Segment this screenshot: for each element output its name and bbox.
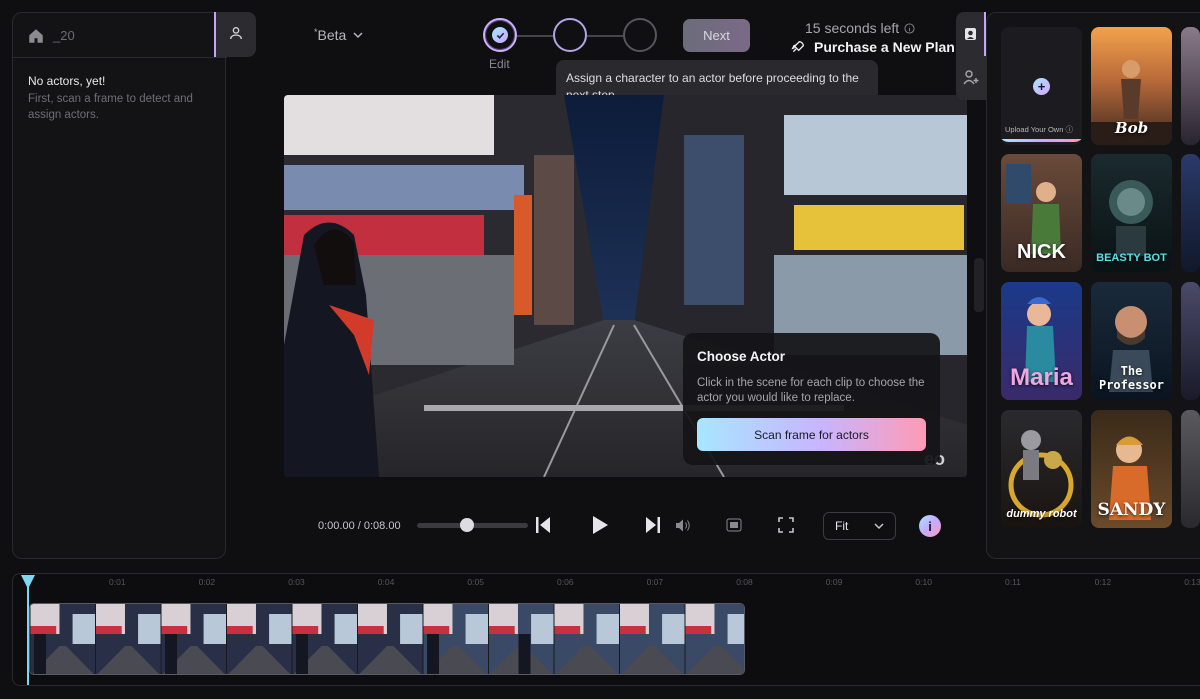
play-icon[interactable] [591, 515, 609, 535]
clip-frame [422, 604, 489, 674]
actor-name: NICK [1017, 241, 1066, 263]
timeline-tick: 0:11 [1005, 577, 1021, 587]
actor-card[interactable] [1181, 154, 1200, 272]
home-icon[interactable] [27, 27, 45, 45]
timeline-tick: 0:05 [467, 577, 484, 587]
empty-state-hint: First, scan a frame to detect and assign… [28, 93, 193, 121]
info-icon: ⓘ [1065, 125, 1073, 134]
plus-icon: + [1033, 78, 1050, 95]
credits-remaining: 15 seconds left [805, 20, 915, 36]
step-edit[interactable] [483, 18, 517, 52]
actor-card[interactable]: dummy robot [1001, 410, 1082, 528]
check-icon [492, 27, 508, 43]
actors-tab[interactable] [214, 12, 256, 57]
purchase-plan-link[interactable]: Purchase a New Plan [790, 39, 955, 55]
clip-frame [619, 604, 685, 674]
step-current[interactable] [553, 18, 587, 52]
upload-actor-card[interactable]: + Upload Your Own ⓘ [1001, 27, 1082, 145]
add-user-icon[interactable] [963, 70, 980, 85]
step-connector [517, 35, 553, 37]
timeline-tick: 0:09 [825, 577, 843, 587]
playback-time: 0:00.00 / 0:08.00 [318, 520, 401, 532]
playhead-handle[interactable] [21, 575, 35, 589]
chevron-down-icon [353, 32, 363, 39]
actor-card[interactable] [1181, 27, 1200, 145]
fit-dropdown[interactable]: Fit [823, 512, 896, 540]
skip-back-icon[interactable] [535, 516, 551, 534]
timeline-tick: 0:02 [198, 577, 216, 587]
seconds-left-text: 15 seconds left [805, 20, 900, 36]
chevron-down-icon [874, 523, 884, 530]
slider-handle[interactable] [459, 518, 474, 532]
actor-name: BEASTY BOT [1096, 252, 1167, 264]
actor-card[interactable]: Bob [1091, 27, 1172, 145]
subtitles-icon[interactable] [726, 518, 742, 532]
playhead[interactable] [27, 577, 29, 685]
clip-frame [291, 604, 358, 674]
actors-panel-header: _20 [13, 13, 227, 58]
step-edit-label: Edit [489, 57, 510, 71]
model-selector[interactable]: *Beta [314, 27, 363, 43]
panel-collapse-handle[interactable] [974, 258, 984, 312]
clip-frame [684, 604, 744, 674]
timeline-tick: 0:04 [377, 577, 395, 587]
clip-frame [357, 604, 423, 674]
volume-icon[interactable] [675, 518, 691, 533]
info-icon[interactable] [904, 22, 915, 34]
choose-actor-card: Choose Actor Click in the scene for each… [683, 333, 940, 465]
actor-name: dummy robot [1006, 508, 1077, 520]
timeline-tick: 0:01 [109, 577, 126, 587]
step-connector [587, 35, 623, 37]
actor-name: The Professor [1098, 364, 1165, 392]
model-selector-label: *Beta [314, 27, 347, 43]
clip-frame [226, 604, 292, 674]
choose-actor-description: Click in the scene for each clip to choo… [697, 377, 925, 404]
timeline-tick: 0:12 [1094, 577, 1112, 587]
actor-card[interactable] [1181, 282, 1200, 400]
timeline-tick: 0:10 [915, 577, 932, 587]
upload-label: Upload Your Own ⓘ [1005, 125, 1073, 134]
empty-state-title: No actors, yet! [28, 74, 106, 88]
actor-card[interactable]: SANDY [1091, 410, 1172, 528]
tab-actors[interactable] [956, 12, 986, 56]
clip-frames [30, 604, 744, 674]
timeline-tick: 0:13 [1184, 577, 1200, 587]
fit-dropdown-value: Fit [835, 519, 849, 533]
actor-count: _20 [53, 28, 75, 43]
choose-actor-title: Choose Actor [697, 349, 786, 364]
skip-forward-icon[interactable] [645, 516, 661, 534]
clip-frame [30, 604, 96, 674]
actor-card[interactable]: BEASTY BOT [1091, 154, 1172, 272]
actor-name: Bob [1114, 119, 1149, 137]
step-upcoming[interactable] [623, 18, 657, 52]
user-icon [230, 27, 242, 40]
rocket-icon [791, 40, 805, 53]
clip-frame [488, 604, 554, 674]
timeline-tick: 0:07 [646, 577, 664, 587]
purchase-plan-label: Purchase a New Plan [814, 39, 955, 55]
timeline-tick: 0:08 [736, 577, 753, 587]
scan-frame-button[interactable]: Scan frame for actors [697, 418, 926, 451]
clip-frame [553, 604, 620, 674]
actor-name: Maria [1010, 364, 1073, 391]
fullscreen-icon[interactable] [778, 517, 794, 533]
timeline-tick: 0:03 [288, 577, 305, 587]
actor-icon [965, 28, 976, 40]
actor-card[interactable] [1181, 410, 1200, 528]
info-button[interactable]: i [919, 515, 941, 537]
clip-frame [160, 604, 227, 674]
actor-card[interactable]: NICK [1001, 154, 1082, 272]
actor-name: SANDY [1097, 500, 1166, 520]
timeline-tick: 0:06 [557, 577, 574, 587]
actor-card[interactable]: The Professor [1091, 282, 1172, 400]
upload-accent-bar [1001, 139, 1082, 142]
clip-frame [95, 604, 161, 674]
clip-thumbnails[interactable] [29, 603, 745, 675]
actor-card[interactable]: Maria [1001, 282, 1082, 400]
next-button[interactable]: Next [683, 19, 750, 52]
